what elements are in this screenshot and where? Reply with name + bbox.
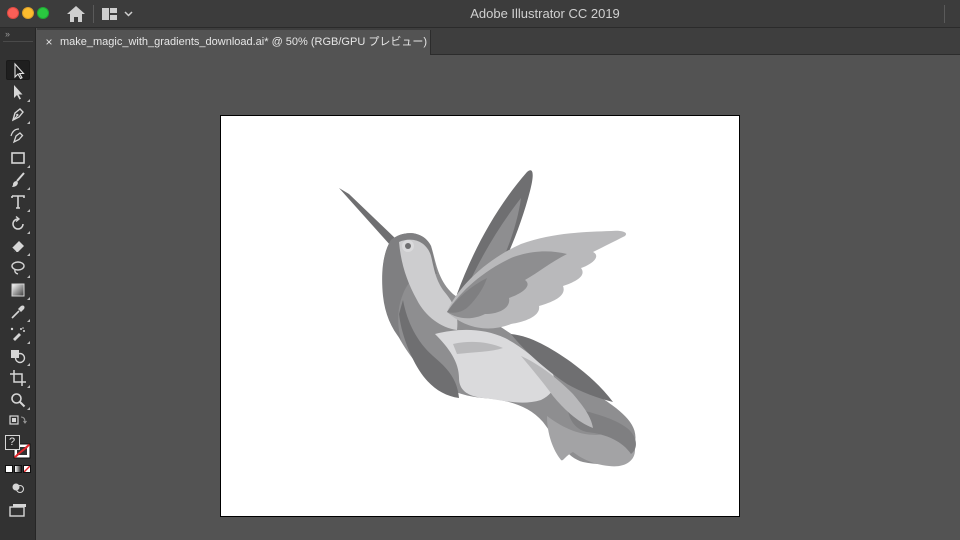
paintbrush-tool[interactable] (6, 170, 30, 190)
tool-group-indicator (27, 297, 30, 300)
artboard-crop-icon (10, 370, 26, 386)
white-arrow-icon (14, 85, 23, 100)
document-tab-title: make_magic_with_gradients_download.ai* @… (60, 36, 427, 48)
rotate-icon (12, 215, 24, 230)
black-arrow-icon (14, 62, 25, 80)
default-swap-colors[interactable] (6, 412, 30, 428)
tool-group-indicator (27, 165, 30, 168)
tool-group-indicator (27, 319, 30, 322)
paintbrush-icon (12, 172, 25, 187)
eraser-icon (11, 241, 24, 253)
direct-selection-tool[interactable] (6, 82, 30, 102)
maximize-window-button[interactable] (37, 7, 49, 19)
title-divider (93, 5, 94, 23)
eyedropper-icon (11, 305, 25, 319)
eye-pupil (405, 243, 411, 249)
type-t-icon (11, 195, 25, 209)
panel-divider (3, 41, 33, 42)
minimize-window-button[interactable] (22, 7, 34, 19)
default-colors-icon (9, 415, 27, 425)
app-title: Adobe Illustrator CC 2019 (470, 6, 620, 21)
color-mode-buttons (5, 465, 32, 474)
title-right-divider (944, 5, 945, 23)
close-tab-icon[interactable]: × (43, 34, 55, 50)
tools-panel: ›› ? (0, 28, 36, 540)
edit-toolbar-button[interactable] (9, 535, 27, 540)
lasso-tool[interactable] (6, 258, 30, 278)
hummingbird-artwork[interactable] (221, 116, 739, 516)
beak-shape (339, 188, 397, 246)
tool-group-indicator (27, 341, 30, 344)
none-slash-icon (24, 466, 30, 472)
workspace-layout-icon (102, 8, 133, 20)
symbol-sprayer-tool[interactable] (6, 324, 30, 344)
artboard-tool[interactable] (6, 368, 30, 388)
gradient-mode-button[interactable] (14, 465, 22, 473)
home-button[interactable] (65, 4, 87, 24)
tool-group-indicator (27, 121, 30, 124)
close-window-button[interactable] (7, 7, 19, 19)
gradient-tool[interactable] (6, 280, 30, 300)
pen-nib-icon (11, 108, 24, 122)
canvas-pasteboard[interactable] (37, 56, 960, 540)
shape-builder-tool[interactable] (6, 346, 30, 366)
rectangle-icon (11, 152, 25, 164)
tool-group-indicator (27, 275, 30, 278)
eyedropper-tool[interactable] (6, 302, 30, 322)
tool-group-indicator (27, 209, 30, 212)
illustrator-window: Adobe Illustrator CC 2019 ›› ? × make_ma… (0, 0, 960, 540)
curvature-tool[interactable] (6, 126, 30, 146)
drawing-mode-button[interactable] (6, 478, 30, 496)
tool-group-indicator (27, 407, 30, 410)
gradient-swatch-icon (11, 283, 25, 297)
screen-mode-button[interactable] (6, 500, 30, 518)
curvature-pen-icon (10, 128, 24, 144)
tool-group-indicator (27, 253, 30, 256)
tool-group-indicator (27, 385, 30, 388)
color-mode-button[interactable] (5, 465, 13, 473)
screen-mode-icon (9, 504, 26, 517)
pen-tool[interactable] (6, 104, 30, 124)
type-tool[interactable] (6, 192, 30, 212)
draw-normal-icon (12, 483, 25, 494)
zoom-tool[interactable] (6, 390, 30, 410)
selection-tool[interactable] (6, 60, 30, 80)
document-tab[interactable]: × make_magic_with_gradients_download.ai*… (37, 30, 431, 55)
fill-stroke-swatches[interactable]: ? (4, 434, 32, 460)
sprayer-icon (10, 327, 25, 341)
tool-group-indicator (27, 99, 30, 102)
home-icon (67, 6, 85, 22)
shape-builder-icon (11, 350, 26, 364)
eraser-tool[interactable] (6, 236, 30, 256)
artboard[interactable] (220, 115, 740, 517)
workspace-switcher-button[interactable] (100, 5, 136, 23)
lasso-icon (11, 261, 25, 275)
tool-group-indicator (27, 231, 30, 234)
fill-unknown-label: ? (9, 436, 16, 448)
panel-collapse-grip[interactable]: ›› (0, 28, 36, 40)
title-bar: Adobe Illustrator CC 2019 (0, 0, 960, 28)
rectangle-tool[interactable] (6, 148, 30, 168)
magnifier-icon (11, 393, 26, 408)
rotate-tool[interactable] (6, 214, 30, 234)
fill-swatch[interactable]: ? (5, 435, 20, 450)
document-tab-bar: × make_magic_with_gradients_download.ai*… (37, 28, 960, 55)
tool-group-indicator (27, 363, 30, 366)
tool-group-indicator (27, 187, 30, 190)
none-mode-button[interactable] (23, 465, 31, 473)
